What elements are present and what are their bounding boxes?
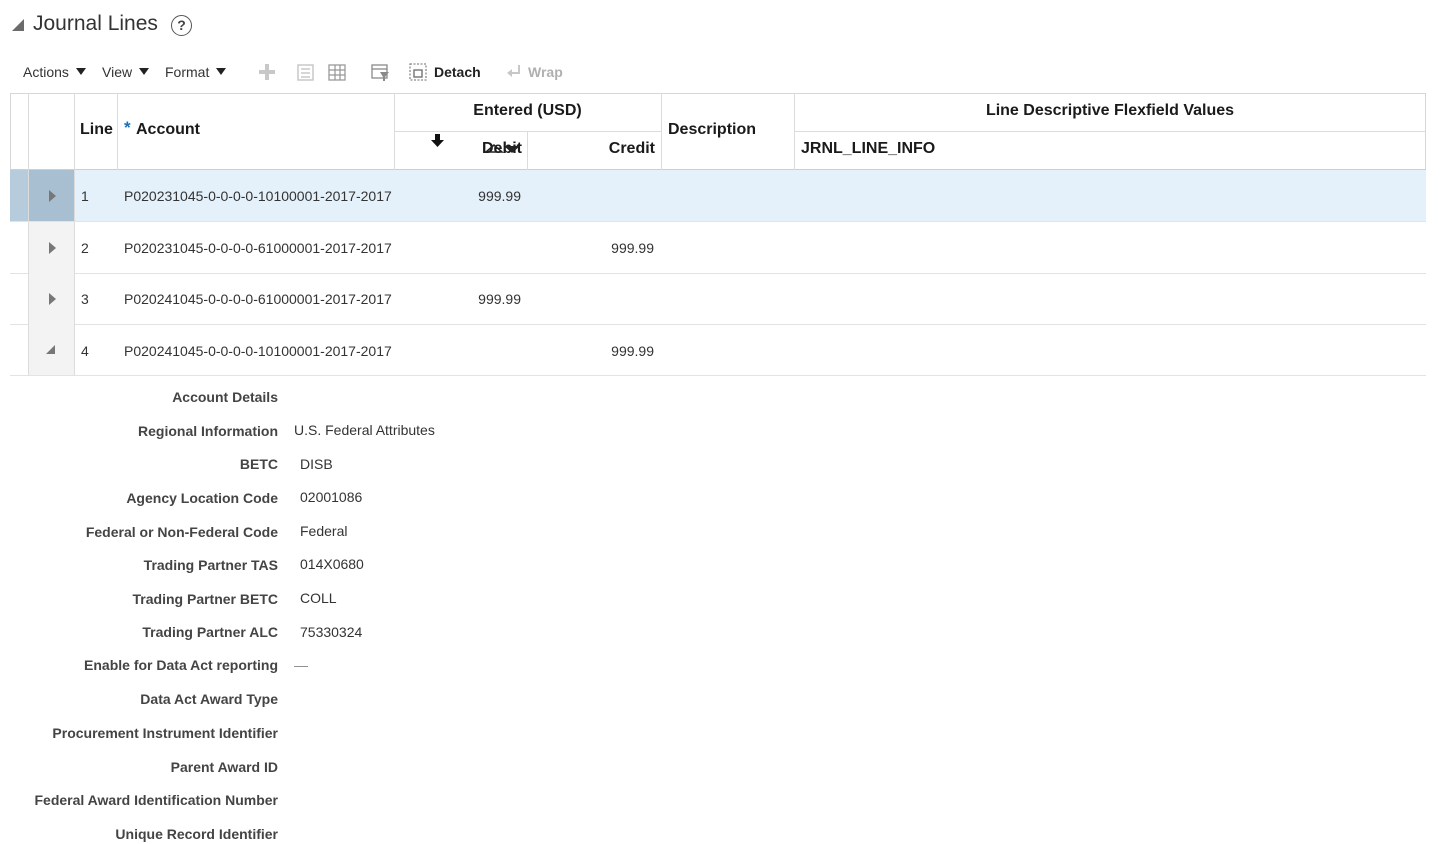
cell-debit[interactable]: 999.99 — [400, 291, 521, 307]
cell-line: 1 — [81, 188, 89, 204]
agency-location-code-value: 02001086 — [300, 489, 363, 505]
required-marker: * — [124, 118, 131, 137]
column-header-credit[interactable]: Credit — [527, 140, 655, 158]
regional-information-value: U.S. Federal Attributes — [294, 422, 435, 438]
cell-credit[interactable]: 999.99 — [533, 343, 654, 359]
account-details-label: Account Details — [172, 389, 278, 405]
unique-record-label: Unique Record Identifier — [115, 826, 278, 842]
wrap-icon[interactable] — [505, 62, 525, 82]
cell-account[interactable]: P020241045-0-0-0-0-10100001-2017-2017 — [124, 343, 394, 359]
cell-credit[interactable]: 999.99 — [533, 240, 654, 256]
query-by-example-icon[interactable] — [370, 62, 390, 82]
sort-icon[interactable] — [484, 142, 522, 156]
trading-partner-alc-value: 75330324 — [300, 624, 363, 640]
section-title: Journal Lines — [33, 12, 158, 35]
help-icon[interactable]: ? — [171, 15, 192, 36]
row-disclosure[interactable] — [28, 222, 75, 273]
collapse-icon — [46, 345, 55, 354]
chevron-down-icon — [216, 68, 227, 75]
trading-partner-tas-value: 014X0680 — [300, 556, 364, 572]
table-row[interactable]: 4 P020241045-0-0-0-0-10100001-2017-2017 … — [10, 324, 1426, 376]
column-header-account[interactable]: Account — [136, 121, 200, 139]
trading-partner-tas-label: Trading Partner TAS — [143, 557, 278, 573]
edit-record-icon[interactable] — [296, 62, 316, 82]
table-row[interactable]: 1 P020231045-0-0-0-0-10100001-2017-2017 … — [10, 170, 1426, 222]
expand-icon — [49, 293, 56, 305]
actions-menu-label: Actions — [23, 64, 69, 80]
column-header-line[interactable]: Line — [80, 121, 113, 139]
cell-line: 3 — [81, 291, 89, 307]
column-group-flexfield: Line Descriptive Flexfield Values — [985, 102, 1235, 119]
wrap-button[interactable]: Wrap — [528, 64, 563, 80]
table-row[interactable]: 2 P020231045-0-0-0-0-61000001-2017-2017 … — [10, 222, 1426, 274]
row-disclosure[interactable] — [28, 170, 75, 221]
freeze-columns-icon[interactable] — [327, 62, 347, 82]
format-menu-label: Format — [165, 64, 210, 80]
cell-account[interactable]: P020241045-0-0-0-0-61000001-2017-2017 — [124, 291, 394, 307]
federal-code-value: Federal — [300, 523, 348, 539]
expand-icon — [49, 242, 56, 254]
data-act-reporting-value: — — [294, 657, 308, 673]
expand-icon — [49, 190, 56, 202]
betc-label: BETC — [239, 456, 278, 472]
agency-location-code-label: Agency Location Code — [126, 490, 278, 506]
fain-label: Federal Award Identification Number — [34, 792, 279, 808]
row-disclosure[interactable] — [28, 273, 75, 324]
row-disclosure[interactable] — [28, 324, 75, 375]
view-menu[interactable]: View — [102, 64, 150, 80]
trading-partner-betc-value: COLL — [300, 590, 337, 606]
arrow-down-icon — [431, 134, 444, 147]
chevron-down-icon — [75, 68, 86, 75]
detach-button[interactable]: Detach — [434, 64, 481, 80]
column-header-description[interactable]: Description — [668, 121, 756, 139]
row-selector[interactable] — [10, 273, 28, 324]
view-menu-label: View — [102, 64, 133, 80]
cell-account[interactable]: P020231045-0-0-0-0-10100001-2017-2017 — [124, 188, 394, 204]
add-icon[interactable] — [257, 62, 277, 82]
detach-icon[interactable] — [408, 62, 428, 82]
cell-line: 2 — [81, 240, 89, 256]
federal-code-label: Federal or Non-Federal Code — [85, 524, 278, 540]
format-menu[interactable]: Format — [165, 64, 227, 80]
row-selector[interactable] — [10, 324, 28, 375]
parent-award-id-label: Parent Award ID — [170, 759, 278, 775]
actions-menu[interactable]: Actions — [23, 64, 86, 80]
collapse-section-icon[interactable] — [12, 19, 24, 31]
procurement-instrument-label: Procurement Instrument Identifier — [52, 725, 278, 741]
row-selector[interactable] — [10, 170, 28, 221]
trading-partner-alc-label: Trading Partner ALC — [142, 624, 278, 640]
cell-line: 4 — [81, 343, 89, 359]
regional-information-label: Regional Information — [138, 423, 278, 439]
cell-account[interactable]: P020231045-0-0-0-0-61000001-2017-2017 — [124, 240, 394, 256]
row-selector[interactable] — [10, 222, 28, 273]
cell-debit[interactable]: 999.99 — [400, 188, 521, 204]
table-row[interactable]: 3 P020241045-0-0-0-0-61000001-2017-2017 … — [10, 273, 1426, 325]
data-act-reporting-label: Enable for Data Act reporting — [84, 657, 278, 673]
column-group-entered: Entered (USD) — [473, 102, 582, 119]
chevron-down-icon — [139, 68, 150, 75]
data-act-award-type-label: Data Act Award Type — [140, 691, 278, 707]
column-header-jrnl-line-info[interactable]: JRNL_LINE_INFO — [801, 140, 935, 158]
trading-partner-betc-label: Trading Partner BETC — [132, 591, 278, 607]
betc-value: DISB — [300, 456, 333, 472]
